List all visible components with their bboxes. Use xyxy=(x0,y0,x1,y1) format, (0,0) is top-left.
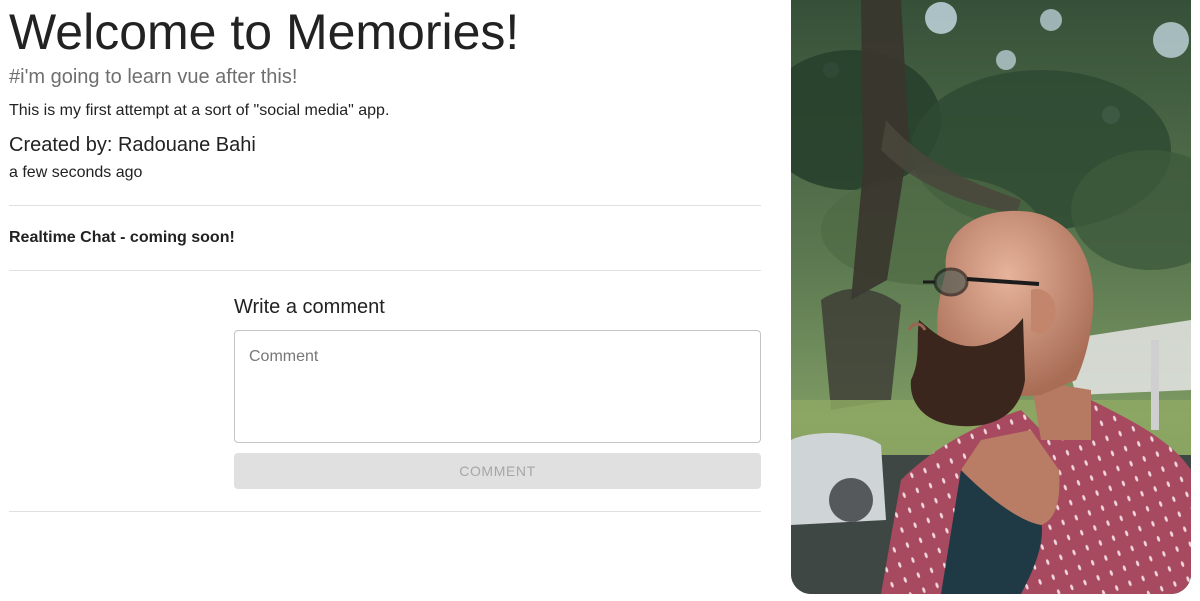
post-tags: #i'm going to learn vue after this! xyxy=(9,66,298,88)
realtime-chat-note: Realtime Chat - coming soon! xyxy=(9,229,235,246)
post-title: Welcome to Memories! xyxy=(9,4,520,60)
comment-heading: Write a comment xyxy=(234,296,385,318)
post-author: Created by: Radouane Bahi xyxy=(9,134,256,156)
divider xyxy=(9,511,761,512)
comment-input[interactable] xyxy=(234,330,761,443)
divider xyxy=(9,205,761,206)
post-details-page: Welcome to Memories! #i'm going to learn… xyxy=(0,0,1200,601)
post-message: This is my first attempt at a sort of "s… xyxy=(9,102,390,119)
post-image xyxy=(791,0,1191,594)
photo-illustration xyxy=(791,0,1191,594)
divider xyxy=(9,270,761,271)
post-timestamp: a few seconds ago xyxy=(9,164,143,181)
comment-submit-button[interactable]: Comment xyxy=(234,453,761,489)
parked-car xyxy=(791,433,886,525)
